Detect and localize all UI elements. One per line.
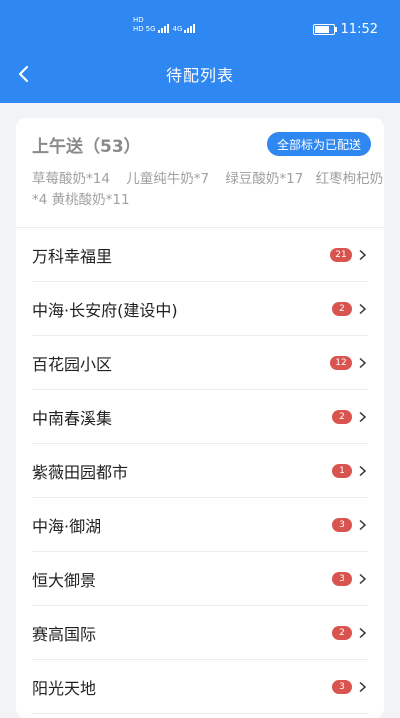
chevron-right-icon bbox=[359, 573, 367, 584]
section-header: 上午送（53） 全部标为已配送 草莓酸奶*14 儿童纯牛奶*7 绿豆酸奶*17 … bbox=[16, 118, 384, 221]
count-badge: 12 bbox=[330, 355, 352, 370]
count-badge: 21 bbox=[330, 247, 352, 262]
product-item: 黄桃酸奶*11 bbox=[51, 192, 130, 208]
sim1-signal: HD HD 5G bbox=[133, 16, 169, 33]
location-name: 中南春溪集 bbox=[32, 408, 113, 428]
list-item[interactable]: 恒大御景 3 bbox=[32, 552, 368, 606]
location-name: 中海·御湖 bbox=[32, 516, 102, 536]
chevron-right-icon bbox=[359, 249, 367, 260]
chevron-right-icon bbox=[359, 411, 367, 422]
chevron-right-icon bbox=[359, 681, 367, 692]
count-badge: 2 bbox=[332, 625, 352, 640]
location-name: 中海·长安府(建设中) bbox=[32, 300, 178, 320]
signal-bars-icon bbox=[157, 24, 169, 33]
location-name: 赛高国际 bbox=[32, 624, 97, 644]
page-title: 待配列表 bbox=[165, 66, 234, 85]
network-type-label: 4G bbox=[172, 25, 183, 33]
back-button[interactable] bbox=[10, 60, 38, 88]
chevron-right-icon bbox=[359, 519, 367, 530]
list-item[interactable]: 赛高国际 2 bbox=[32, 606, 368, 660]
product-item: 草莓酸奶*14 bbox=[32, 171, 110, 187]
network-type-label: 5G bbox=[145, 25, 156, 33]
list-item[interactable]: 中海·御湖 3 bbox=[32, 498, 368, 552]
count-badge: 1 bbox=[332, 463, 352, 478]
delivery-card: 上午送（53） 全部标为已配送 草莓酸奶*14 儿童纯牛奶*7 绿豆酸奶*17 … bbox=[16, 118, 384, 718]
top-bar: HD HD 5G 4G 11:52 待配列表 bbox=[0, 0, 400, 103]
list-item[interactable]: 中海·长安府(建设中) 2 bbox=[32, 282, 368, 336]
list-item[interactable]: 万科幸福里 21 bbox=[32, 228, 368, 282]
count-badge: 3 bbox=[332, 571, 352, 586]
count-badge: 2 bbox=[332, 301, 352, 316]
chevron-right-icon bbox=[359, 303, 367, 314]
count-badge: 2 bbox=[332, 409, 352, 424]
list-item[interactable]: 百花园小区 12 bbox=[32, 336, 368, 390]
clock: 11:52 bbox=[340, 21, 378, 37]
mark-all-delivered-button[interactable]: 全部标为已配送 bbox=[266, 132, 371, 156]
location-name: 万科幸福里 bbox=[32, 246, 113, 266]
location-name: 紫薇田园都市 bbox=[32, 462, 129, 482]
count-badge: 3 bbox=[332, 517, 352, 532]
signal-bars-icon bbox=[184, 24, 196, 33]
signal-indicators: HD HD 5G 4G bbox=[133, 16, 196, 33]
hd-label: HD bbox=[133, 25, 144, 33]
status-bar: 11:52 bbox=[312, 18, 378, 40]
location-name: 百花园小区 bbox=[32, 354, 113, 374]
chevron-right-icon bbox=[359, 465, 367, 476]
product-item: 绿豆酸奶*17 bbox=[225, 171, 304, 187]
list-item[interactable]: 阳光天地 3 bbox=[32, 660, 368, 714]
chevron-left-icon bbox=[18, 65, 29, 83]
chevron-right-icon bbox=[359, 357, 367, 368]
location-name: 恒大御景 bbox=[32, 570, 97, 590]
sim2-signal: 4G bbox=[173, 16, 196, 33]
location-name: 阳光天地 bbox=[32, 678, 97, 698]
location-list: 万科幸福里 21 中海·长安府(建设中) 2 百花园小区 12 中南春溪集 2 bbox=[16, 227, 384, 714]
product-item: 儿童纯牛奶*7 bbox=[126, 171, 210, 187]
chevron-right-icon bbox=[359, 627, 367, 638]
battery-icon bbox=[312, 23, 337, 35]
product-summary: 草莓酸奶*14 儿童纯牛奶*7 绿豆酸奶*17 红枣枸杞奶*4 黄桃酸奶*11 bbox=[32, 169, 384, 211]
count-badge: 3 bbox=[332, 679, 352, 694]
list-item[interactable]: 中南春溪集 2 bbox=[32, 390, 368, 444]
nav-bar: 待配列表 bbox=[0, 58, 400, 90]
hd-label: HD bbox=[133, 16, 144, 24]
list-item[interactable]: 紫薇田园都市 1 bbox=[32, 444, 368, 498]
